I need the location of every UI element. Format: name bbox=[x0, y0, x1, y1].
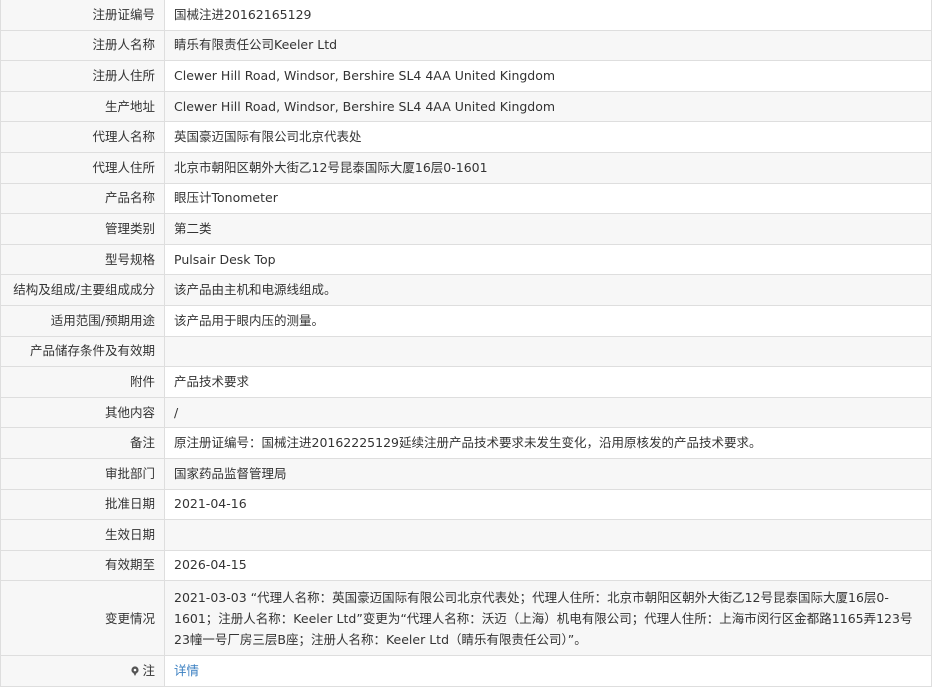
row-change-history: 变更情况 2021-03-03 “代理人名称：英国豪迈国际有限公司北京代表处；代… bbox=[0, 580, 932, 657]
row-management-category: 管理类别 第二类 bbox=[0, 213, 932, 245]
registration-info: 注册证编号 国械注进20162165129 注册人名称 睛乐有限责任公司Keel… bbox=[0, 0, 932, 687]
field-label: 管理类别 bbox=[0, 213, 165, 245]
field-label: 有效期至 bbox=[0, 549, 165, 582]
row-storage-conditions: 产品储存条件及有效期 bbox=[0, 335, 932, 368]
field-value bbox=[164, 519, 932, 551]
field-value: / bbox=[164, 396, 932, 429]
row-structure-composition: 结构及组成/主要组成成分 该产品由主机和电源线组成。 bbox=[0, 274, 932, 306]
row-effective-date: 生效日期 bbox=[0, 519, 932, 551]
pin-icon bbox=[131, 666, 140, 677]
row-agent-address: 代理人住所 北京市朝阳区朝外大街乙12号昆泰国际大厦16层0-1601 bbox=[0, 151, 932, 184]
note-label: 注 bbox=[142, 663, 155, 679]
field-value: Clewer Hill Road, Windsor, Bershire SL4 … bbox=[164, 90, 932, 123]
field-label: 批准日期 bbox=[0, 488, 165, 521]
field-value: Pulsair Desk Top bbox=[164, 243, 932, 276]
field-value: 第二类 bbox=[164, 213, 932, 245]
field-label: 注册人住所 bbox=[0, 60, 165, 92]
note-label-cell: 注 bbox=[0, 655, 165, 687]
field-label: 产品名称 bbox=[0, 182, 165, 215]
row-agent-name: 代理人名称 英国豪迈国际有限公司北京代表处 bbox=[0, 121, 932, 153]
row-approval-department: 审批部门 国家药品监督管理局 bbox=[0, 457, 932, 490]
row-intended-use: 适用范围/预期用途 该产品用于眼内压的测量。 bbox=[0, 304, 932, 337]
field-label: 生产地址 bbox=[0, 90, 165, 123]
field-label: 审批部门 bbox=[0, 457, 165, 490]
field-label: 其他内容 bbox=[0, 396, 165, 429]
field-value bbox=[164, 335, 932, 368]
field-value: 英国豪迈国际有限公司北京代表处 bbox=[164, 121, 932, 153]
field-value: 2026-04-15 bbox=[164, 549, 932, 582]
row-model-spec: 型号规格 Pulsair Desk Top bbox=[0, 243, 932, 276]
field-value: 睛乐有限责任公司Keeler Ltd bbox=[164, 29, 932, 62]
field-value: 国家药品监督管理局 bbox=[164, 457, 932, 490]
field-value: 2021-03-03 “代理人名称：英国豪迈国际有限公司北京代表处；代理人住所：… bbox=[164, 580, 932, 657]
field-value: 该产品由主机和电源线组成。 bbox=[164, 274, 932, 306]
field-label: 代理人住所 bbox=[0, 151, 165, 184]
field-label: 附件 bbox=[0, 366, 165, 398]
row-product-name: 产品名称 眼压计Tonometer bbox=[0, 182, 932, 215]
field-label: 变更情况 bbox=[0, 580, 165, 657]
row-remarks: 备注 原注册证编号：国械注进20162225129延续注册产品技术要求未发生变化… bbox=[0, 427, 932, 459]
field-label: 型号规格 bbox=[0, 243, 165, 276]
field-value: 原注册证编号：国械注进20162225129延续注册产品技术要求未发生变化，沿用… bbox=[164, 427, 932, 459]
row-registrant-address: 注册人住所 Clewer Hill Road, Windsor, Bershir… bbox=[0, 60, 932, 92]
field-label: 代理人名称 bbox=[0, 121, 165, 153]
row-approval-date: 批准日期 2021-04-16 bbox=[0, 488, 932, 521]
field-label: 生效日期 bbox=[0, 519, 165, 551]
field-value: 2021-04-16 bbox=[164, 488, 932, 521]
field-label: 备注 bbox=[0, 427, 165, 459]
field-value: 北京市朝阳区朝外大街乙12号昆泰国际大厦16层0-1601 bbox=[164, 151, 932, 184]
row-registrant-name: 注册人名称 睛乐有限责任公司Keeler Ltd bbox=[0, 29, 932, 62]
field-label: 注册人名称 bbox=[0, 29, 165, 62]
field-value: 眼压计Tonometer bbox=[164, 182, 932, 215]
details-link[interactable]: 详情 bbox=[174, 663, 199, 678]
field-value: 国械注进20162165129 bbox=[164, 0, 932, 31]
row-note: 注 详情 bbox=[0, 655, 932, 687]
field-label: 产品储存条件及有效期 bbox=[0, 335, 165, 368]
field-label: 结构及组成/主要组成成分 bbox=[0, 274, 165, 306]
field-label: 适用范围/预期用途 bbox=[0, 304, 165, 337]
row-attachment: 附件 产品技术要求 bbox=[0, 366, 932, 398]
info-table: 注册证编号 国械注进20162165129 注册人名称 睛乐有限责任公司Keel… bbox=[0, 0, 932, 687]
note-value-cell: 详情 bbox=[164, 655, 932, 687]
field-value: 产品技术要求 bbox=[164, 366, 932, 398]
row-valid-until: 有效期至 2026-04-15 bbox=[0, 549, 932, 582]
row-production-address: 生产地址 Clewer Hill Road, Windsor, Bershire… bbox=[0, 90, 932, 123]
field-value: 该产品用于眼内压的测量。 bbox=[164, 304, 932, 337]
field-value: Clewer Hill Road, Windsor, Bershire SL4 … bbox=[164, 60, 932, 92]
row-registration-number: 注册证编号 国械注进20162165129 bbox=[0, 0, 932, 31]
row-other-content: 其他内容 / bbox=[0, 396, 932, 429]
field-label: 注册证编号 bbox=[0, 0, 165, 31]
